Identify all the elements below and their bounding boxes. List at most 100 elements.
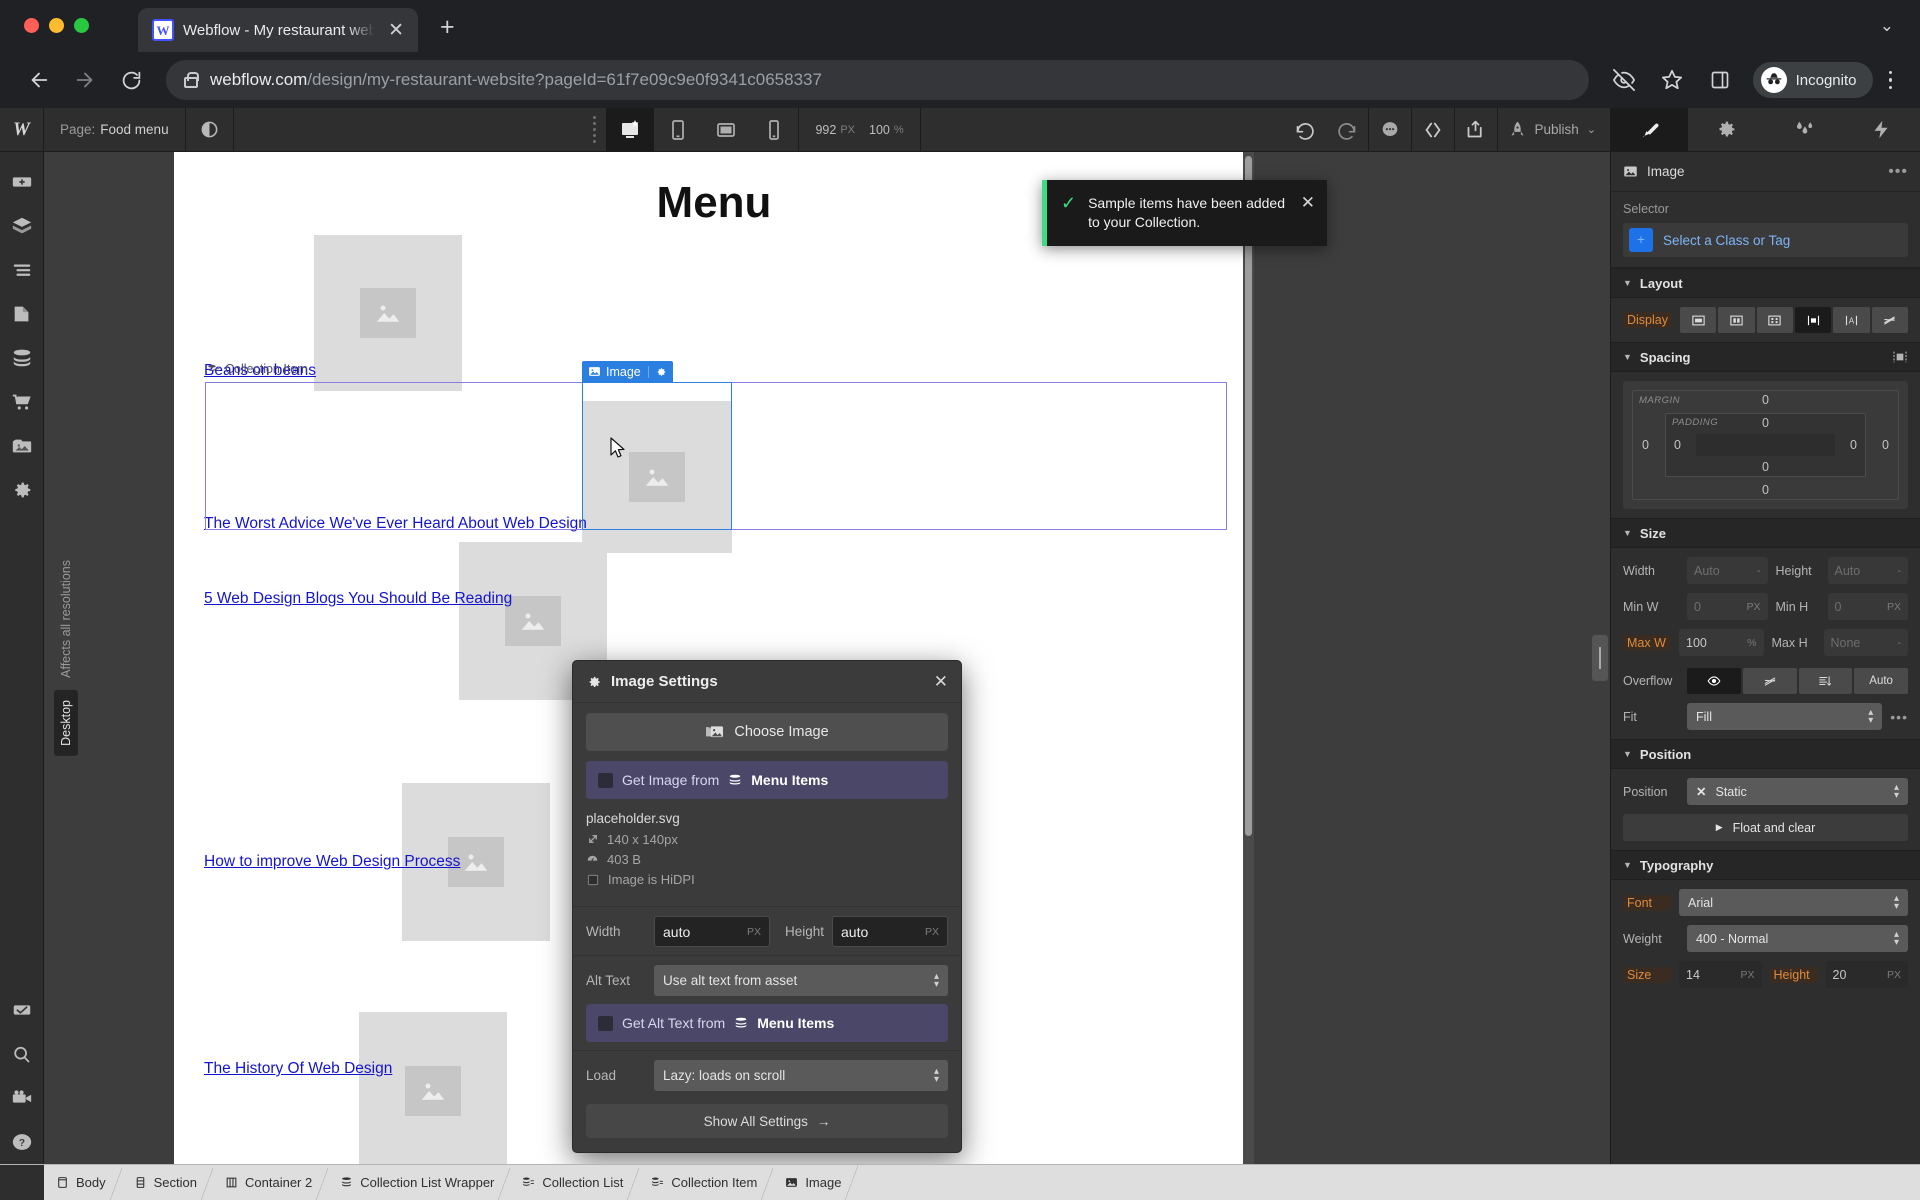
display-option-block[interactable] [1680,307,1717,333]
item-image-selected[interactable] [582,401,732,553]
fit-more-icon[interactable]: ••• [1890,709,1908,725]
font-size-input[interactable]: 14 PX [1679,961,1762,988]
code-export-icon[interactable] [1412,108,1454,151]
comments-icon[interactable] [1369,108,1411,151]
add-elements-icon[interactable] [0,160,44,204]
display-option-inline-block[interactable] [1794,307,1832,333]
font-select[interactable]: Arial ▴ ▾ [1679,889,1908,916]
preview-mode-icon[interactable] [186,108,234,151]
line-height-label[interactable]: Height [1769,966,1818,983]
load-select[interactable]: Lazy: loads on scroll ▴ ▾ [654,1060,948,1091]
tab-effects-panel[interactable] [1843,108,1920,151]
tab-interactions-panel[interactable] [1766,108,1843,151]
height-input[interactable]: Auto - [1827,557,1908,584]
collection-item[interactable]: Beans on beans [174,235,1254,395]
position-section-header[interactable]: ▼ Position [1611,739,1920,769]
spacing-mode-icon[interactable] [1892,350,1908,364]
display-option-grid[interactable] [1756,307,1793,333]
max-w-input[interactable]: 100 % [1679,629,1764,656]
image-settings-modal[interactable]: Image Settings ✕ Choose Image Get Image … [572,660,962,1153]
viewport-size-display[interactable]: 992 PX 100 % [798,108,921,151]
side-panel-icon[interactable] [1699,59,1741,101]
item-title-link[interactable]: How to improve Web Design Process [204,853,460,871]
close-modal-icon[interactable]: ✕ [934,673,948,690]
margin-right-value[interactable]: 0 [1882,438,1889,452]
get-image-from-binding[interactable]: Get Image from Menu Items [586,761,948,799]
item-image[interactable] [359,1012,507,1164]
font-label[interactable]: Font [1623,894,1671,911]
close-window-button[interactable] [24,18,39,33]
position-select[interactable]: ✕ Static ▴ ▾ [1687,778,1908,805]
panel-resize-handle[interactable] [1592,635,1608,681]
publish-button[interactable]: Publish ⌄ [1498,108,1611,151]
share-icon[interactable] [1455,108,1497,151]
tab-settings-panel[interactable] [1688,108,1765,151]
forward-icon[interactable] [64,59,106,101]
canvas-scrollbar[interactable] [1243,152,1254,1164]
cms-collections-icon[interactable] [0,336,44,380]
components-icon[interactable] [0,204,44,248]
image-settings-gear-icon[interactable] [647,365,667,378]
bookmark-star-icon[interactable] [1651,59,1693,101]
chevron-down-icon[interactable]: ⌄ [1880,16,1894,36]
max-w-label[interactable]: Max W [1623,634,1671,651]
padding-top-value[interactable]: 0 [1762,416,1769,430]
padding-left-value[interactable]: 0 [1674,438,1681,452]
breakpoint-mobile-landscape[interactable] [702,108,750,151]
position-clear-icon[interactable]: ✕ [1696,784,1706,799]
breakpoint-tablet[interactable] [654,108,702,151]
breadcrumb-item-collection-list[interactable]: Collection List [510,1165,641,1200]
breadcrumb-item-collection-list-wrapper[interactable]: Collection List Wrapper [328,1165,512,1200]
back-icon[interactable] [18,59,60,101]
maximize-window-button[interactable] [74,18,89,33]
min-w-input[interactable]: 0 PX [1687,593,1768,620]
breadcrumb-item-section[interactable]: Section [121,1165,215,1200]
padding-right-value[interactable]: 0 [1850,438,1857,452]
breakpoint-mobile-portrait[interactable] [750,108,798,151]
search-icon[interactable] [0,1032,44,1076]
close-tab-icon[interactable]: ✕ [384,19,408,42]
padding-bottom-value[interactable]: 0 [1762,460,1769,474]
breadcrumb-item-body[interactable]: Body [44,1165,123,1200]
weight-select[interactable]: 400 - Normal ▴ ▾ [1687,925,1908,952]
min-h-input[interactable]: 0 PX [1827,593,1908,620]
audit-icon[interactable] [0,988,44,1032]
panel-more-icon[interactable]: ••• [1888,163,1908,181]
margin-top-value[interactable]: 0 [1762,393,1769,407]
window-traffic-lights[interactable] [24,18,89,33]
choose-image-button[interactable]: Choose Image [586,713,948,751]
browser-tab[interactable]: W Webflow - My restaurant webs ✕ [138,8,418,52]
image-height-field[interactable] [841,923,925,940]
overflow-option-scroll[interactable] [1798,668,1853,694]
item-title-link[interactable]: The History Of Web Design [204,1060,392,1078]
tab-style-panel[interactable] [1611,108,1689,151]
max-h-input[interactable]: None - [1823,629,1908,656]
collection-item[interactable]: The Worst Advice We've Ever Heard About … [174,395,1254,553]
display-label[interactable]: Display [1623,312,1672,328]
address-bar[interactable]: webflow.com/design/my-restaurant-website… [166,60,1589,100]
image-width-field[interactable] [663,923,747,940]
breakpoint-desktop[interactable] [606,108,655,151]
navigator-icon[interactable] [0,248,44,292]
line-height-input[interactable]: 20 PX [1825,961,1908,988]
undo-icon[interactable] [1284,108,1326,151]
margin-left-value[interactable]: 0 [1642,438,1649,452]
help-icon[interactable]: ? [0,1120,44,1164]
drag-handle-icon[interactable] [593,116,597,143]
site-settings-icon[interactable] [0,468,44,512]
overflow-option-hidden[interactable] [1742,668,1797,694]
overflow-option-visible[interactable] [1687,668,1741,694]
float-and-clear-row[interactable]: ▶ Float and clear [1623,814,1908,841]
video-tutorials-icon[interactable] [0,1076,44,1120]
breadcrumb-item-collection-item[interactable]: Collection Item [639,1165,775,1200]
minimize-window-button[interactable] [49,18,64,33]
display-option-none[interactable] [1871,307,1908,333]
redo-icon[interactable] [1326,108,1368,151]
size-section-header[interactable]: ▼ Size [1611,518,1920,548]
margin-bottom-value[interactable]: 0 [1762,483,1769,497]
font-size-label[interactable]: Size [1623,966,1671,983]
display-option-inline[interactable]: A [1833,307,1870,333]
image-element-badge[interactable]: Image [582,361,673,382]
fit-select[interactable]: Fill ▴ ▾ [1687,703,1883,730]
incognito-profile-button[interactable]: Incognito [1752,62,1873,98]
